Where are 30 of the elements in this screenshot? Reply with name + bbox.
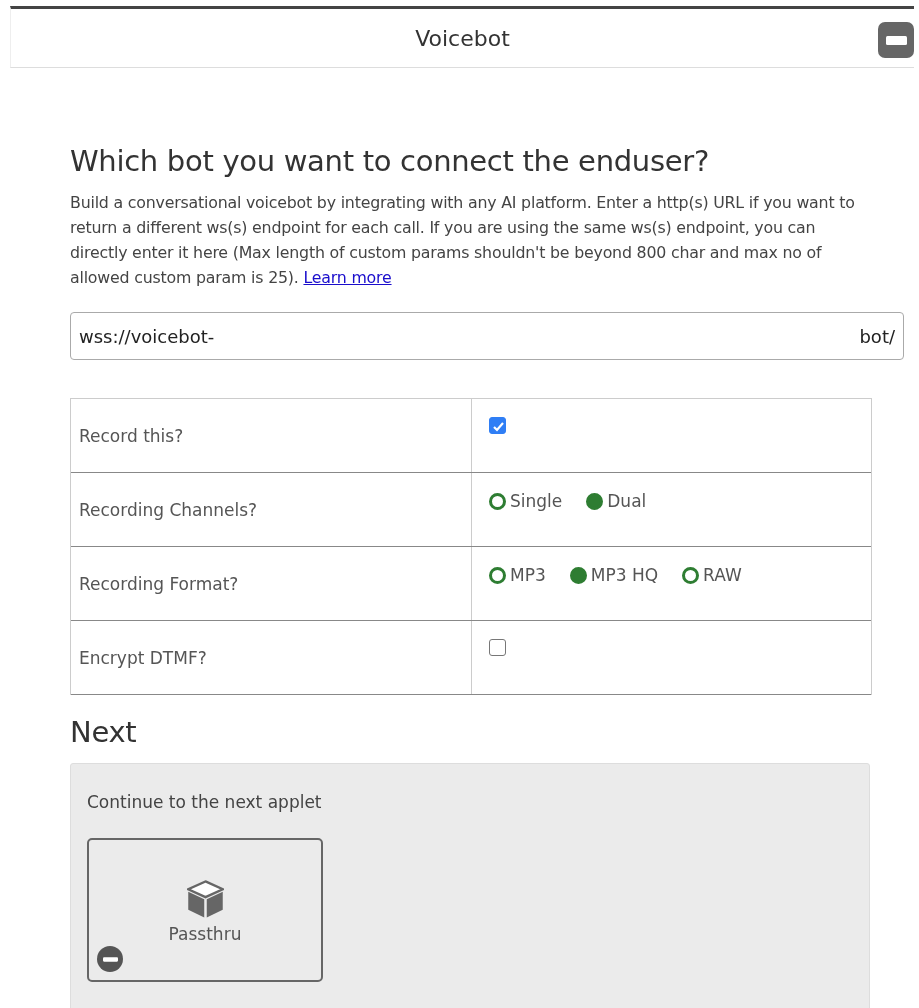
description-text: Build a conversational voicebot by integrating with any AI platform. Enter a http(s) URL if you want to return a different ws(s) endpoint for each call. If you are using the same ws(s) endpoint, you can directly enter it here (Max length of custom params shouldn't be beyond 800 char and max no of allowed custom param is 25). Learn more bbox=[70, 192, 856, 289]
window-title: Voicebot bbox=[415, 25, 510, 51]
applet-label: Passthru bbox=[168, 924, 242, 944]
url-field[interactable]: wss://voicebot- bot/ bbox=[70, 312, 904, 360]
radio-button[interactable] bbox=[682, 566, 700, 584]
setting-label: Recording Channels? bbox=[79, 499, 258, 520]
setting-label: Encrypt DTMF? bbox=[79, 647, 207, 668]
radio-label: MP3 HQ bbox=[590, 565, 659, 585]
hint-text: Continue to the next applet bbox=[87, 792, 323, 812]
radio-button[interactable] bbox=[489, 492, 506, 510]
next-heading: Next bbox=[70, 715, 138, 749]
radio-button[interactable] bbox=[586, 492, 604, 510]
cube-icon bbox=[186, 880, 224, 918]
learn-more-link[interactable]: Learn more bbox=[303, 268, 392, 287]
radio-button[interactable] bbox=[489, 566, 506, 584]
setting-label: Record this? bbox=[79, 425, 184, 446]
radio-label: MP3 bbox=[510, 565, 546, 585]
radio-button[interactable] bbox=[569, 566, 587, 584]
minus-icon bbox=[885, 35, 907, 45]
radio-label: Single bbox=[510, 491, 563, 511]
collapse-button[interactable] bbox=[878, 22, 914, 58]
setting-label: Recording Format? bbox=[79, 573, 239, 594]
remove-button[interactable] bbox=[97, 946, 123, 972]
radio-label: RAW bbox=[703, 565, 742, 585]
checkbox[interactable] bbox=[489, 639, 506, 656]
checkbox[interactable] bbox=[489, 417, 506, 434]
minus-icon bbox=[102, 956, 118, 962]
question-heading: Which bot you want to connect the enduser? bbox=[70, 144, 710, 178]
radio-label: Dual bbox=[607, 491, 647, 511]
applet-card[interactable]: Passthru bbox=[87, 838, 323, 982]
